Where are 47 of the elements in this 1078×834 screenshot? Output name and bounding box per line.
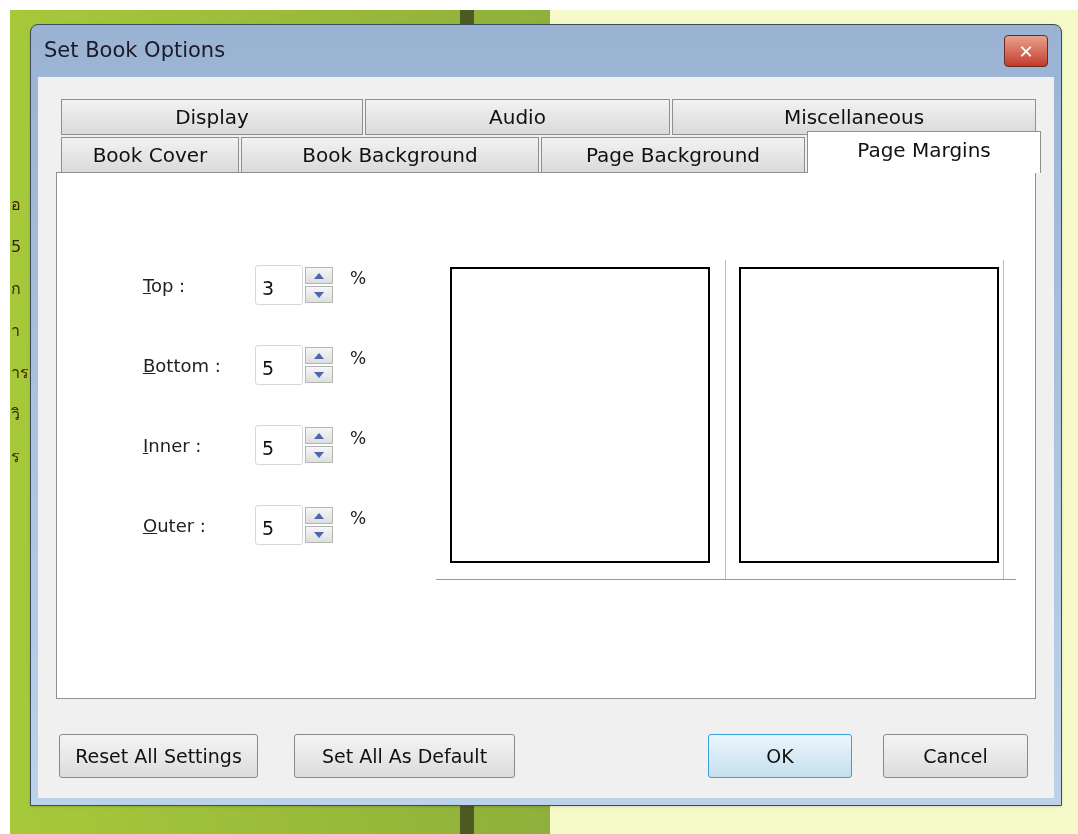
background-text: ก	[11, 279, 22, 299]
dialog-button[interactable]: Reset All Settings	[59, 734, 258, 778]
down-arrow-icon	[314, 531, 324, 538]
down-arrow-icon	[314, 371, 324, 378]
spin-down-button[interactable]	[305, 366, 333, 383]
background-text: ร	[11, 447, 21, 467]
tab[interactable]: Audio	[365, 99, 670, 135]
spin-down-button[interactable]	[305, 286, 333, 303]
spin-up-button[interactable]	[305, 427, 333, 444]
percent-label: %	[350, 507, 367, 531]
margin-label: Top :	[143, 273, 187, 298]
up-arrow-icon	[314, 352, 324, 359]
dialog-button[interactable]: Cancel	[883, 734, 1028, 778]
spin-up-button[interactable]	[305, 347, 333, 364]
tab[interactable]: Display	[61, 99, 363, 135]
tab[interactable]: Page Margins	[807, 131, 1041, 173]
up-arrow-icon	[314, 512, 324, 519]
up-arrow-icon	[314, 272, 324, 279]
background-text: 5	[11, 237, 23, 257]
down-arrow-icon	[314, 291, 324, 298]
tab[interactable]: Miscellaneous	[672, 99, 1036, 135]
background-text: วิ	[11, 405, 21, 425]
margin-label: Outer :	[143, 513, 207, 538]
margin-input[interactable]: 3	[255, 265, 303, 305]
spin-down-button[interactable]	[305, 446, 333, 463]
background-text: าร	[11, 363, 29, 383]
window-title: Set Book Options	[43, 37, 226, 65]
down-arrow-icon	[314, 451, 324, 458]
spin-down-button[interactable]	[305, 526, 333, 543]
margin-label: Bottom :	[143, 353, 222, 378]
tab[interactable]: Book Background	[241, 137, 539, 173]
background-text: า	[11, 321, 21, 341]
background-text: อ	[11, 195, 22, 215]
percent-label: %	[350, 267, 367, 291]
tab[interactable]: Book Cover	[61, 137, 239, 173]
margin-input[interactable]: 5	[255, 505, 303, 545]
percent-label: %	[350, 347, 367, 371]
dialog-button[interactable]: Set All As Default	[294, 734, 515, 778]
margin-input[interactable]: 5	[255, 345, 303, 385]
spin-up-button[interactable]	[305, 267, 333, 284]
dialog-button[interactable]: OK	[708, 734, 852, 778]
margin-label: Inner :	[143, 433, 203, 458]
up-arrow-icon	[314, 432, 324, 439]
spin-up-button[interactable]	[305, 507, 333, 524]
percent-label: %	[350, 427, 367, 451]
margin-input[interactable]: 5	[255, 425, 303, 465]
tab[interactable]: Page Background	[541, 137, 805, 173]
